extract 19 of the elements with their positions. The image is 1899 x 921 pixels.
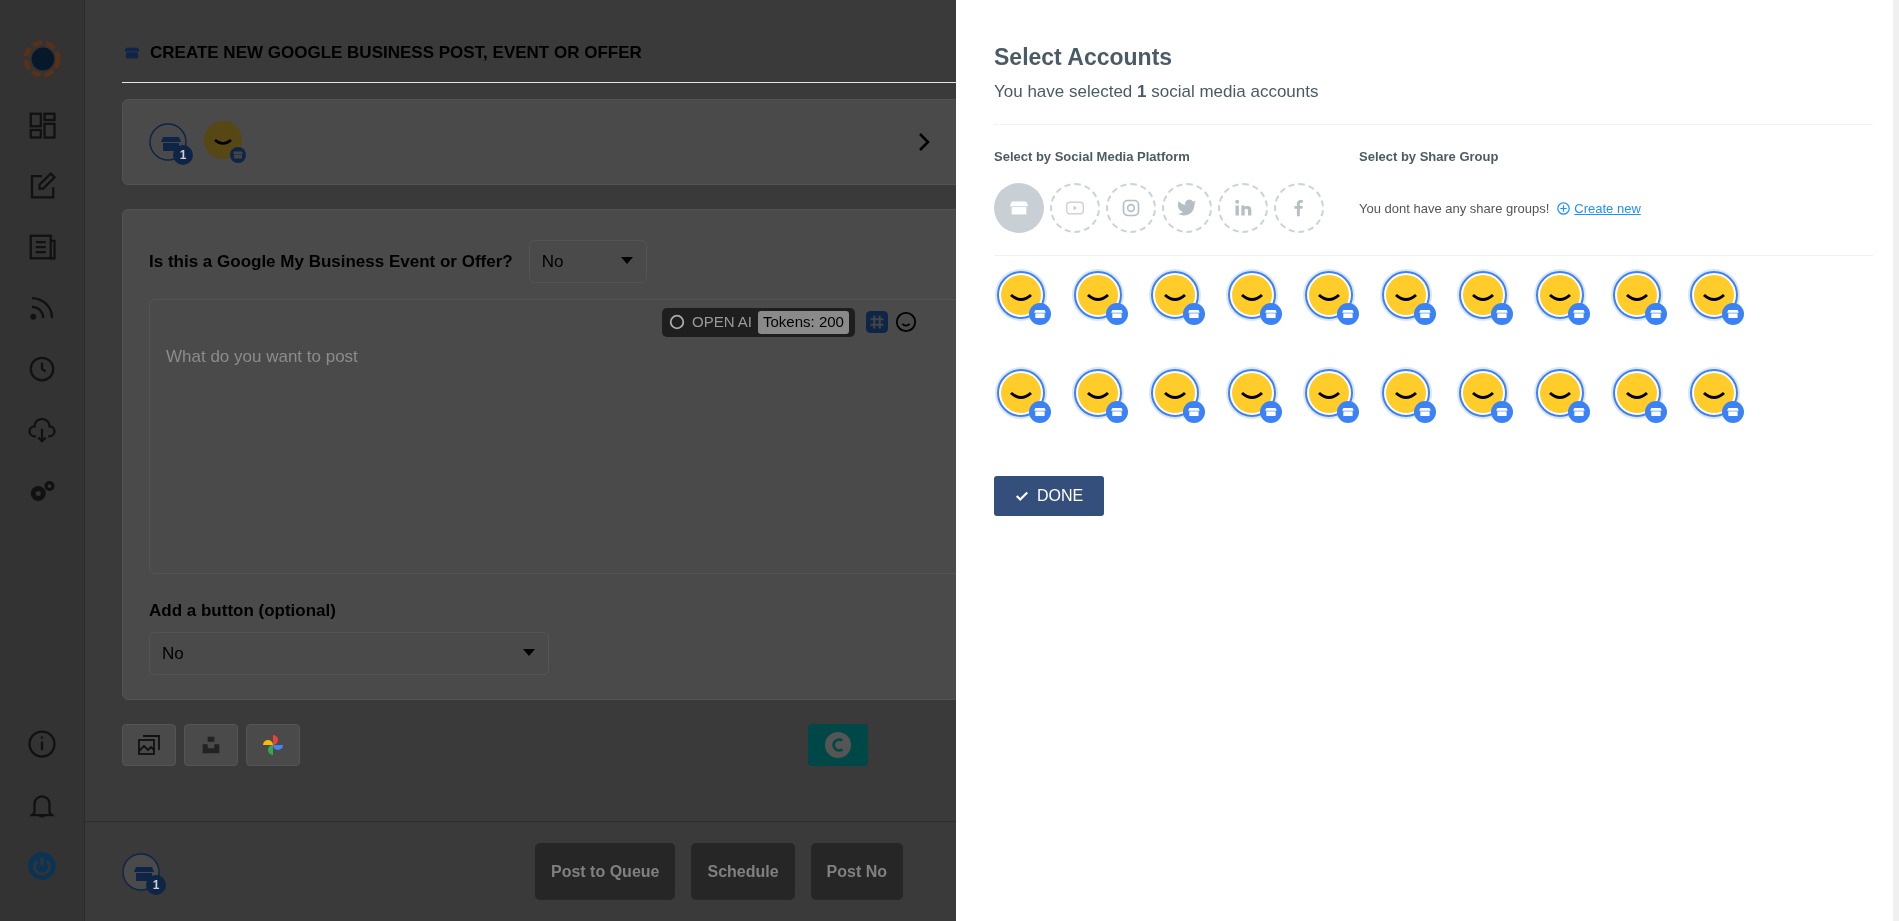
section-heading: Select by Social Media Platform [994,148,1191,166]
footer-button[interactable]: Post No [810,843,904,900]
event-select[interactable]: No [528,239,647,283]
done-button[interactable]: DONE [994,475,1105,516]
create-new-link[interactable]: Create new [1574,198,1641,218]
token-count: Tokens: 200 [758,311,849,334]
section-heading: Select by Share Group [1359,148,1500,166]
share-group-note: You dont have any share groups! [1359,199,1550,218]
count-badge: 1 [173,144,193,165]
button-select[interactable]: No [149,631,549,675]
field-label: Add a button (optional) [149,600,337,622]
panel-title: Select Accounts [994,43,1174,72]
count-badge: 1 [146,874,166,895]
footer-button[interactable]: Schedule [691,843,795,900]
question-label: Is this a Google My Business Event or Offer? [149,250,513,273]
selection-summary: You have selected 1 social media accounts [994,80,1320,103]
footer-button[interactable]: Post to Queue [535,843,676,900]
openai-button[interactable]: OPEN AI Tokens: 200 [662,308,855,337]
page-title: CREATE NEW GOOGLE BUSINESS POST, EVENT OR OFFER [150,42,642,64]
